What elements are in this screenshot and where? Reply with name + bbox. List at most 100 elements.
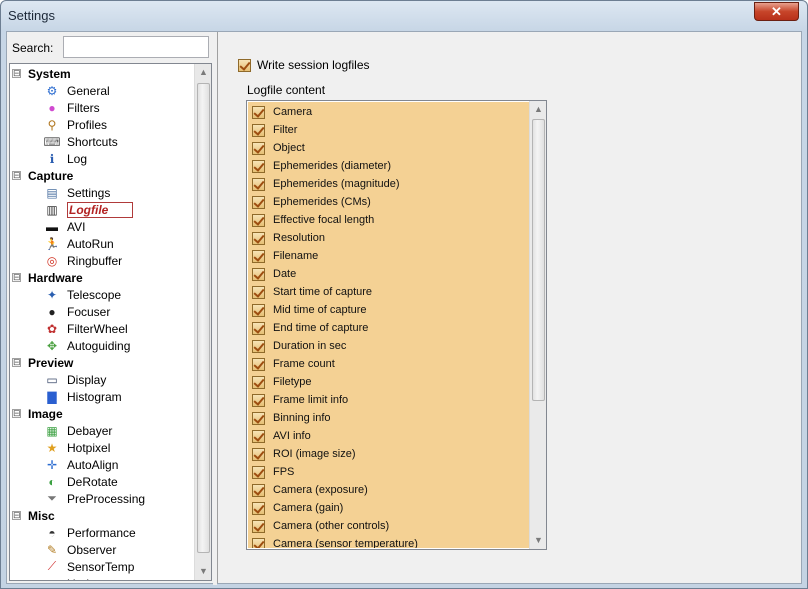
- list-item-checkbox[interactable]: [252, 519, 265, 533]
- tree-item-update[interactable]: ▾ Update: [44, 575, 106, 581]
- collapse-toggle-icon[interactable]: ⊟: [12, 273, 21, 282]
- search-input[interactable]: [63, 36, 209, 58]
- tree-scrollbar[interactable]: ▲ ▼: [194, 64, 211, 580]
- write-session-row[interactable]: Write session logfiles: [238, 58, 370, 72]
- list-item-checkbox[interactable]: [252, 393, 265, 407]
- list-item[interactable]: Start time of capture: [252, 283, 372, 301]
- list-item[interactable]: Camera: [252, 103, 312, 121]
- list-item[interactable]: Camera (other controls): [252, 517, 389, 535]
- list-item[interactable]: Camera (sensor temperature): [252, 535, 418, 548]
- list-item[interactable]: Camera (exposure): [252, 481, 368, 499]
- tree-item-performance[interactable]: ◓ Performance: [44, 524, 135, 541]
- tree-item-log[interactable]: ℹ Log: [44, 150, 87, 167]
- tree-item-avi[interactable]: ▬ AVI: [44, 218, 85, 235]
- list-item[interactable]: Resolution: [252, 229, 325, 247]
- list-item[interactable]: Object: [252, 139, 305, 157]
- list-item-checkbox[interactable]: [252, 249, 265, 263]
- list-item-checkbox[interactable]: [252, 321, 265, 335]
- list-item-checkbox[interactable]: [252, 447, 265, 461]
- list-item-checkbox[interactable]: [252, 231, 265, 245]
- list-item-checkbox[interactable]: [252, 465, 265, 479]
- list-item-checkbox[interactable]: [252, 177, 265, 191]
- tree-item-sensortemp[interactable]: ⟋ SensorTemp: [44, 558, 135, 575]
- tree-category-hardware[interactable]: ⊟ Hardware: [12, 269, 83, 286]
- tree-item-debayer[interactable]: ▦ Debayer: [44, 422, 112, 439]
- list-item[interactable]: ROI (image size): [252, 445, 356, 463]
- list-item-checkbox[interactable]: [252, 357, 265, 371]
- write-session-checkbox[interactable]: [238, 58, 251, 72]
- list-item[interactable]: Filter: [252, 121, 297, 139]
- list-item-checkbox[interactable]: [252, 429, 265, 443]
- tree-item-filterwheel[interactable]: ✿ FilterWheel: [44, 320, 128, 337]
- list-item-checkbox[interactable]: [252, 483, 265, 497]
- collapse-toggle-icon[interactable]: ⊟: [12, 69, 21, 78]
- collapse-toggle-icon[interactable]: ⊟: [12, 358, 21, 367]
- list-item-checkbox[interactable]: [252, 285, 265, 299]
- list-item[interactable]: Binning info: [252, 409, 331, 427]
- tree-scroll-thumb[interactable]: [197, 83, 210, 553]
- list-item[interactable]: Frame count: [252, 355, 335, 373]
- list-scroll-up-button[interactable]: ▲: [530, 101, 546, 118]
- tree-item-ringbuffer[interactable]: ◎ Ringbuffer: [44, 252, 122, 269]
- list-item[interactable]: Filetype: [252, 373, 312, 391]
- tree-scroll-up-button[interactable]: ▲: [195, 64, 211, 81]
- list-item[interactable]: Ephemerides (magnitude): [252, 175, 400, 193]
- list-item-checkbox[interactable]: [252, 141, 265, 155]
- tree-item-hotpixel[interactable]: ★ Hotpixel: [44, 439, 111, 456]
- list-item-checkbox[interactable]: [252, 159, 265, 173]
- list-item[interactable]: Effective focal length: [252, 211, 374, 229]
- tree-category-image[interactable]: ⊟ Image: [12, 405, 63, 422]
- list-item-checkbox[interactable]: [252, 195, 265, 209]
- list-item-checkbox[interactable]: [252, 537, 265, 548]
- list-item[interactable]: Ephemerides (CMs): [252, 193, 371, 211]
- list-item-checkbox[interactable]: [252, 105, 265, 119]
- close-button[interactable]: ✕: [754, 2, 799, 21]
- tree-item-autoguiding[interactable]: ✥ Autoguiding: [44, 337, 130, 354]
- tree-item-focuser[interactable]: ● Focuser: [44, 303, 110, 320]
- list-item-checkbox[interactable]: [252, 267, 265, 281]
- tree-item-autorun[interactable]: 🏃 AutoRun: [44, 235, 114, 252]
- tree-item-histogram[interactable]: ▇ Histogram: [44, 388, 121, 405]
- tree-category-label: Image: [28, 406, 63, 421]
- tree-item-filters[interactable]: ● Filters: [44, 99, 99, 116]
- collapse-toggle-icon[interactable]: ⊟: [12, 409, 21, 418]
- list-item-checkbox[interactable]: [252, 213, 265, 227]
- list-item[interactable]: Duration in sec: [252, 337, 346, 355]
- tree-item-general[interactable]: ⚙ General: [44, 82, 110, 99]
- list-item-checkbox[interactable]: [252, 411, 265, 425]
- list-item-checkbox[interactable]: [252, 339, 265, 353]
- list-scroll-down-button[interactable]: ▼: [530, 532, 546, 549]
- tree-item-display[interactable]: ▭ Display: [44, 371, 106, 388]
- tree-item-profiles[interactable]: ⚲ Profiles: [44, 116, 107, 133]
- tree-category-misc[interactable]: ⊟ Misc: [12, 507, 55, 524]
- tree-item-observer[interactable]: ✎ Observer: [44, 541, 116, 558]
- tree-item-telescope[interactable]: ✦ Telescope: [44, 286, 121, 303]
- tree-item-autoalign[interactable]: ✛ AutoAlign: [44, 456, 118, 473]
- list-scrollbar[interactable]: ▲ ▼: [529, 101, 546, 549]
- list-item[interactable]: Camera (gain): [252, 499, 343, 517]
- list-item[interactable]: Frame limit info: [252, 391, 348, 409]
- tree-scroll-down-button[interactable]: ▼: [195, 563, 211, 580]
- list-item-checkbox[interactable]: [252, 123, 265, 137]
- list-item[interactable]: Filename: [252, 247, 318, 265]
- tree-item-preprocessing[interactable]: ⏷ PreProcessing: [44, 490, 145, 507]
- list-scroll-thumb[interactable]: [532, 119, 545, 401]
- tree-item-derotate[interactable]: ◐ DeRotate: [44, 473, 117, 490]
- list-item[interactable]: FPS: [252, 463, 294, 481]
- list-item[interactable]: Ephemerides (diameter): [252, 157, 391, 175]
- tree-category-system[interactable]: ⊟ System: [12, 65, 71, 82]
- tree-category-capture[interactable]: ⊟ Capture: [12, 167, 73, 184]
- list-item[interactable]: End time of capture: [252, 319, 368, 337]
- tree-item-logfile[interactable]: ▥ Logfile: [44, 201, 134, 218]
- list-item-checkbox[interactable]: [252, 375, 265, 389]
- collapse-toggle-icon[interactable]: ⊟: [12, 511, 21, 520]
- tree-item-shortcuts[interactable]: ⌨ Shortcuts: [43, 133, 117, 150]
- tree-category-preview[interactable]: ⊟ Preview: [12, 354, 73, 371]
- list-item-checkbox[interactable]: [252, 303, 265, 317]
- tree-item-settings[interactable]: ▤ Settings: [44, 184, 110, 201]
- collapse-toggle-icon[interactable]: ⊟: [12, 171, 21, 180]
- list-item[interactable]: Mid time of capture: [252, 301, 367, 319]
- list-item[interactable]: AVI info: [252, 427, 311, 445]
- list-item-checkbox[interactable]: [252, 501, 265, 515]
- list-item[interactable]: Date: [252, 265, 296, 283]
